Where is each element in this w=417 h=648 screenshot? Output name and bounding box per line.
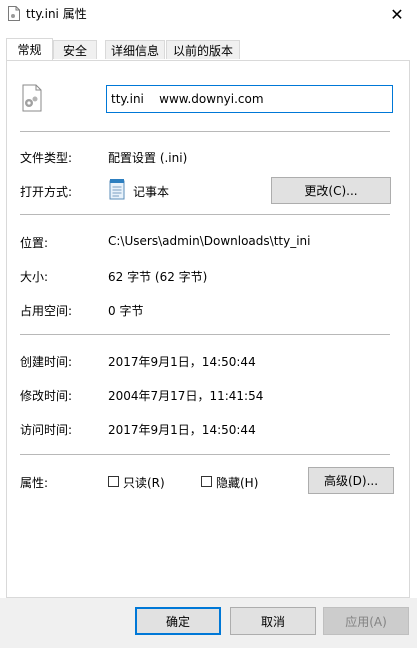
accessed-value: 2017年9月1日，14:50:44 xyxy=(108,423,256,437)
tab-security[interactable]: 安全 xyxy=(53,40,97,59)
change-button[interactable]: 更改(C)... xyxy=(271,177,391,204)
config-file-icon xyxy=(22,84,42,112)
separator xyxy=(20,214,390,215)
window-title: tty.ini 属性 xyxy=(26,7,87,21)
size-on-disk-value: 0 字节 xyxy=(108,304,144,318)
size-value: 62 字节 (62 字节) xyxy=(108,270,208,284)
tab-details[interactable]: 详细信息 xyxy=(105,40,165,59)
close-icon: ✕ xyxy=(390,4,404,24)
opens-with-label: 打开方式: xyxy=(20,185,73,199)
close-button[interactable]: ✕ xyxy=(377,0,417,28)
separator xyxy=(20,131,390,132)
size-label: 大小: xyxy=(20,270,49,284)
location-label: 位置: xyxy=(20,236,49,250)
cancel-button-label: 取消 xyxy=(260,614,285,629)
readonly-checkbox[interactable] xyxy=(108,476,119,487)
apply-button[interactable]: 应用(A) xyxy=(323,607,409,635)
accessed-label: 访问时间: xyxy=(20,423,73,437)
tab-previous-versions[interactable]: 以前的版本 xyxy=(166,40,240,59)
opens-with-value: 记事本 xyxy=(133,185,170,199)
general-panel xyxy=(6,60,410,598)
attributes-label: 属性: xyxy=(20,476,49,490)
separator xyxy=(20,334,390,335)
tab-strip: 常规 安全 详细信息 以前的版本 xyxy=(6,38,406,60)
file-type-value: 配置设置 (.ini) xyxy=(108,151,188,165)
tab-label: 以前的版本 xyxy=(172,43,233,58)
hidden-checkbox[interactable] xyxy=(201,476,212,487)
apply-button-label: 应用(A) xyxy=(345,614,387,629)
created-value: 2017年9月1日，14:50:44 xyxy=(108,355,256,369)
notepad-icon xyxy=(109,179,125,200)
advanced-button-label: 高级(D)... xyxy=(323,474,379,488)
change-button-label: 更改(C)... xyxy=(304,184,358,198)
modified-value: 2004年7月17日，11:41:54 xyxy=(108,389,264,403)
tab-label: 安全 xyxy=(62,43,87,58)
file-type-label: 文件类型: xyxy=(20,151,73,165)
tab-general[interactable]: 常规 xyxy=(6,38,53,60)
tab-label: 常规 xyxy=(17,43,42,57)
tab-label: 详细信息 xyxy=(110,43,159,58)
created-label: 创建时间: xyxy=(20,355,73,369)
readonly-label[interactable]: 只读(R) xyxy=(123,474,165,491)
separator xyxy=(20,454,390,455)
size-on-disk-label: 占用空间: xyxy=(20,304,73,318)
cancel-button[interactable]: 取消 xyxy=(230,607,316,635)
file-icon xyxy=(8,6,20,21)
hidden-label[interactable]: 隐藏(H) xyxy=(216,474,258,491)
modified-label: 修改时间: xyxy=(20,389,73,403)
title-bar: tty.ini 属性 ✕ xyxy=(0,0,417,28)
ok-button[interactable]: 确定 xyxy=(135,607,221,635)
advanced-button[interactable]: 高级(D)... xyxy=(308,467,394,494)
file-name-input[interactable] xyxy=(106,85,393,113)
location-value: C:\Users\admin\Downloads\tty_ini xyxy=(108,234,311,248)
ok-button-label: 确定 xyxy=(165,614,190,629)
